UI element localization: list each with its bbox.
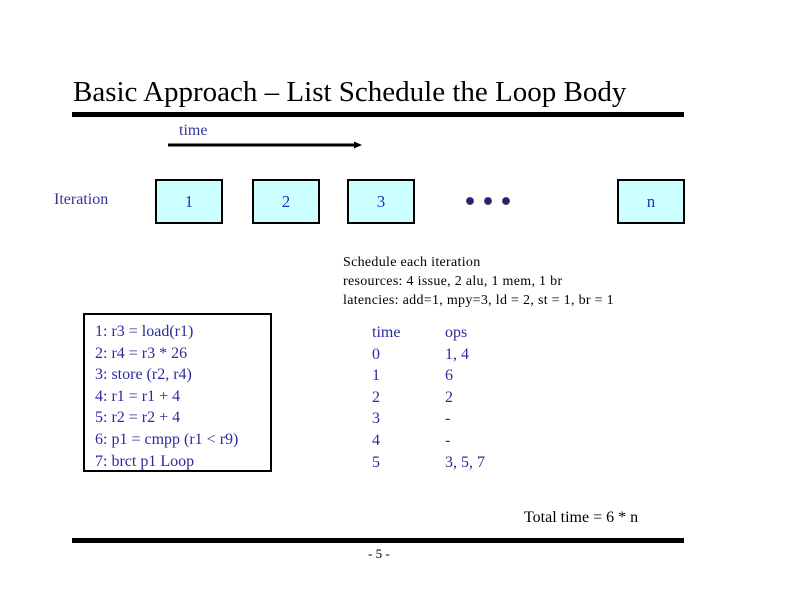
page-number: - 5 - (368, 546, 390, 561)
iteration-box-n: n (617, 179, 685, 224)
title-underline-divider (72, 112, 684, 117)
iteration-box-2: 2 (252, 179, 320, 224)
time-cell: 4 (372, 431, 380, 449)
ops-cell: - (445, 431, 451, 449)
schedule-note-resources: resources: 4 issue, 2 alu, 1 mem, 1 br (343, 274, 563, 289)
code-line: 1: r3 = load(r1) (95, 323, 194, 340)
table-row: 2 2 (372, 387, 525, 409)
ops-cell: 3, 5, 7 (445, 453, 485, 471)
table-row: 1 6 (372, 365, 525, 387)
loop-body-code-box: 1: r3 = load(r1) 2: r4 = r3 * 26 3: stor… (83, 313, 272, 472)
ops-cell: 1, 4 (445, 345, 469, 363)
iteration-number: 3 (376, 191, 386, 211)
slide-title: Basic Approach – List Schedule the Loop … (73, 76, 627, 108)
iteration-number: 2 (281, 191, 291, 211)
table-row: 5 3, 5, 7 (372, 452, 525, 474)
code-line: 5: r2 = r2 + 4 (95, 409, 181, 427)
iteration-number: n (646, 191, 656, 211)
code-line: 6: p1 = cmpp (r1 < r9) (95, 430, 239, 448)
schedule-table: time ops 0 1, 4 1 6 2 2 3 - 4 - 5 3, 5, … (372, 322, 525, 473)
time-cell: 5 (372, 453, 380, 471)
table-row: 3 - (372, 408, 525, 430)
time-cell: 1 (372, 367, 380, 385)
ellipsis-dots-icon (466, 197, 511, 205)
iteration-number: 1 (184, 191, 194, 211)
time-cell: 2 (372, 388, 380, 406)
header-time: time (372, 324, 401, 341)
iteration-label: Iteration (54, 191, 109, 208)
table-row: 4 - (372, 430, 525, 452)
ops-cell: - (445, 410, 451, 428)
footer-divider (72, 538, 684, 543)
schedule-note-heading: Schedule each iteration (343, 255, 481, 270)
time-cell: 0 (372, 345, 380, 363)
time-axis-label: time (179, 122, 208, 139)
schedule-note-latencies: latencies: add=1, mpy=3, ld = 2, st = 1,… (343, 293, 614, 308)
schedule-notes: Schedule each iteration resources: 4 iss… (343, 253, 614, 310)
ops-cell: 6 (445, 367, 453, 385)
code-line: 3: store (r2, r4) (95, 366, 192, 384)
header-ops: ops (445, 324, 468, 341)
iteration-box-1: 1 (155, 179, 223, 224)
ops-cell: 2 (445, 388, 453, 406)
iteration-box-3: 3 (347, 179, 415, 224)
schedule-table-header: time ops (372, 322, 525, 344)
time-cell: 3 (372, 410, 380, 428)
table-row: 0 1, 4 (372, 344, 525, 366)
time-arrow-icon (168, 141, 362, 149)
code-line: 2: r4 = r3 * 26 (95, 344, 188, 362)
total-time: Total time = 6 * n (524, 509, 639, 526)
code-line: 7: brct p1 Loop (95, 452, 195, 470)
code-line: 4: r1 = r1 + 4 (95, 387, 181, 405)
